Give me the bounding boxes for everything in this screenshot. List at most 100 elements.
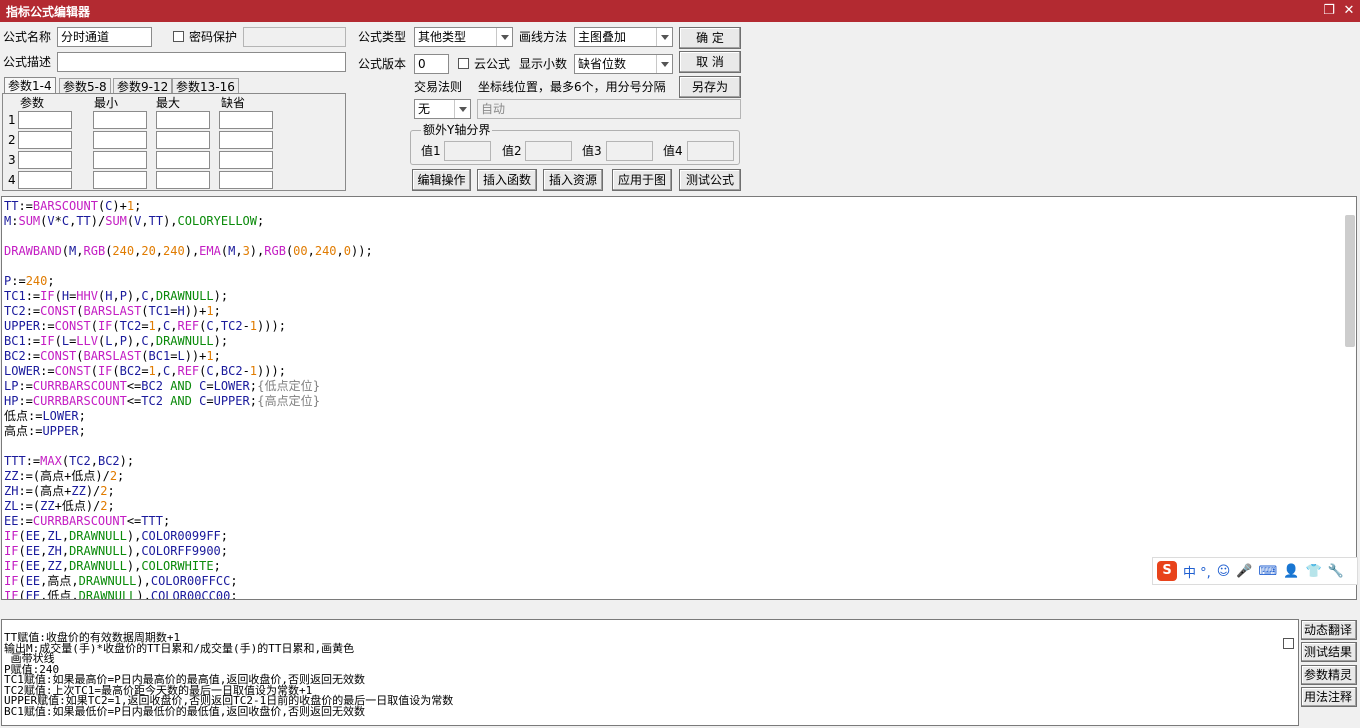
param-2-default-input[interactable] (219, 131, 273, 149)
param-3-default-input[interactable] (219, 151, 273, 169)
code-line[interactable]: ZZ:=(高点+低点)/2; (4, 469, 373, 484)
test-result-button[interactable]: 测试结果 (1301, 642, 1357, 662)
draw-method-value: 主图叠加 (578, 30, 627, 44)
y-value-3-label: 值3 (582, 144, 602, 158)
param-1-min-input[interactable] (93, 111, 147, 129)
keyboard-icon[interactable]: ⌨ (1259, 564, 1278, 579)
param-1-name-input[interactable] (18, 111, 72, 129)
ime-mode-text[interactable]: 中 °, (1183, 562, 1211, 581)
param-2-max-input[interactable] (156, 131, 210, 149)
ime-toolbar[interactable]: S 中 °, ☺ 🎤 ⌨ 👤 👕 🔧 (1152, 557, 1358, 585)
code-line[interactable]: HP:=CURRBARSCOUNT<=TC2 AND C=UPPER;{高点定位… (4, 394, 373, 409)
param-3-min-input[interactable] (93, 151, 147, 169)
close-icon[interactable]: ✕ (1340, 2, 1358, 20)
cloud-formula-checkbox[interactable] (458, 58, 469, 69)
edit-operations-button[interactable]: 编辑操作 (412, 169, 471, 191)
param-4-name-input[interactable] (18, 171, 72, 189)
code-editor[interactable]: TT:=BARSCOUNT(C)+1; M:SUM(V*C,TT)/SUM(V,T… (1, 196, 1357, 600)
code-line[interactable]: BC2:=CONST(BARSLAST(BC1=L))+1; (4, 349, 373, 364)
code-line[interactable]: IF(EE,ZZ,DRAWNULL),COLORWHITE; (4, 559, 373, 574)
code-line[interactable]: UPPER:=CONST(IF(TC2=1,C,REF(C,TC2-1))); (4, 319, 373, 334)
formula-name-input[interactable]: 分时通道 (57, 27, 152, 47)
param-4-max-input[interactable] (156, 171, 210, 189)
formula-desc-input[interactable] (57, 52, 346, 72)
password-checkbox[interactable] (173, 31, 184, 42)
code-line[interactable]: TC1:=IF(H=HHV(H,P),C,DRAWNULL); (4, 289, 373, 304)
param-1-default-input[interactable] (219, 111, 273, 129)
formula-type-label: 公式类型 (358, 30, 407, 44)
code-line[interactable]: TTT:=MAX(TC2,BC2); (4, 454, 373, 469)
code-line[interactable]: 低点:=LOWER; (4, 409, 373, 424)
formula-version-input[interactable]: 0 (414, 54, 449, 74)
code-line[interactable]: ZL:=(ZZ+低点)/2; (4, 499, 373, 514)
decimal-select[interactable]: 缺省位数 (574, 54, 673, 74)
param-4-min-input[interactable] (93, 171, 147, 189)
code-text[interactable]: TT:=BARSCOUNT(C)+1; M:SUM(V*C,TT)/SUM(V,T… (4, 199, 373, 599)
password-input[interactable] (243, 27, 346, 47)
formula-name-label: 公式名称 (3, 30, 52, 44)
param-1-max-input[interactable] (156, 111, 210, 129)
code-line[interactable]: LP:=CURRBARSCOUNT<=BC2 AND C=LOWER;{低点定位… (4, 379, 373, 394)
param-2-min-input[interactable] (93, 131, 147, 149)
usage-notes-button[interactable]: 用法注释 (1301, 687, 1357, 707)
decimal-label: 显示小数 (519, 57, 568, 71)
tab-params-1-4[interactable]: 参数1-4 (4, 77, 56, 94)
code-line[interactable]: ZH:=(高点+ZZ)/2; (4, 484, 373, 499)
code-line[interactable]: DRAWBAND(M,RGB(240,20,240),EMA(M,3),RGB(… (4, 244, 373, 259)
code-line[interactable]: IF(EE,ZL,DRAWNULL),COLOR0099FF; (4, 529, 373, 544)
code-line[interactable]: P:=240; (4, 274, 373, 289)
code-line[interactable]: EE:=CURRBARSCOUNT<=TTT; (4, 514, 373, 529)
y-value-1-label: 值1 (421, 144, 441, 158)
wrench-icon[interactable]: 🔧 (1328, 564, 1344, 579)
param-row-number: 3 (8, 153, 16, 167)
y-value-2-input[interactable] (525, 141, 572, 161)
code-line[interactable]: IF(EE,高点,DRAWNULL),COLOR00FFCC; (4, 574, 373, 589)
trade-rule-select[interactable]: 无 (414, 99, 471, 119)
code-line[interactable]: LOWER:=CONST(IF(BC2=1,C,REF(C,BC2-1))); (4, 364, 373, 379)
description-line: BC1赋值:如果最低价=P日内最低价的最低值,返回收盘价,否则返回无效数 (4, 704, 365, 718)
param-header-max: 最大 (156, 96, 181, 110)
param-row-number: 2 (8, 133, 16, 147)
code-line[interactable] (4, 439, 373, 454)
restore-icon[interactable]: ❐ (1320, 2, 1338, 20)
code-line[interactable]: 高点:=UPPER; (4, 424, 373, 439)
chevron-down-icon (454, 100, 470, 118)
dynamic-translate-button[interactable]: 动态翻译 (1301, 620, 1357, 640)
insert-function-button[interactable]: 插入函数 (477, 169, 537, 191)
code-line[interactable]: TT:=BARSCOUNT(C)+1; (4, 199, 373, 214)
draw-method-select[interactable]: 主图叠加 (574, 27, 673, 47)
param-wizard-button[interactable]: 参数精灵 (1301, 665, 1357, 685)
y-value-4-input[interactable] (687, 141, 734, 161)
cancel-button[interactable]: 取 消 (679, 51, 741, 73)
y-value-1-input[interactable] (444, 141, 491, 161)
param-4-default-input[interactable] (219, 171, 273, 189)
formula-desc-label: 公式描述 (3, 55, 52, 69)
ok-button[interactable]: 确 定 (679, 27, 741, 49)
code-line[interactable]: BC1:=IF(L=LLV(L,P),C,DRAWNULL); (4, 334, 373, 349)
editor-scrollbar[interactable] (1345, 215, 1355, 347)
param-3-max-input[interactable] (156, 151, 210, 169)
shirt-icon[interactable]: 👕 (1305, 564, 1321, 579)
code-line[interactable]: IF(EE,低点,DRAWNULL),COLOR00CC00; (4, 589, 373, 599)
param-3-name-input[interactable] (18, 151, 72, 169)
insert-resource-button[interactable]: 插入资源 (543, 169, 603, 191)
user-icon[interactable]: 👤 (1283, 564, 1299, 579)
code-line[interactable]: M:SUM(V*C,TT)/SUM(V,TT),COLORYELLOW; (4, 214, 373, 229)
coord-line-input[interactable]: 自动 (477, 99, 741, 119)
code-line[interactable]: IF(EE,ZH,DRAWNULL),COLORFF9900; (4, 544, 373, 559)
description-checkbox[interactable] (1283, 638, 1294, 649)
trade-rule-label: 交易法则 (414, 80, 463, 94)
microphone-icon[interactable]: 🎤 (1236, 564, 1252, 579)
chevron-down-icon (656, 28, 672, 46)
emoji-icon[interactable]: ☺ (1217, 564, 1231, 579)
save-as-button[interactable]: 另存为 (679, 76, 741, 98)
y-value-3-input[interactable] (606, 141, 653, 161)
formula-type-select[interactable]: 其他类型 (414, 27, 513, 47)
code-line[interactable]: TC2:=CONST(BARSLAST(TC1=H))+1; (4, 304, 373, 319)
param-2-name-input[interactable] (18, 131, 72, 149)
code-line[interactable] (4, 259, 373, 274)
code-line[interactable] (4, 229, 373, 244)
apply-to-chart-button[interactable]: 应用于图 (612, 169, 672, 191)
test-formula-button[interactable]: 测试公式 (679, 169, 741, 191)
param-header-default: 缺省 (221, 96, 246, 110)
